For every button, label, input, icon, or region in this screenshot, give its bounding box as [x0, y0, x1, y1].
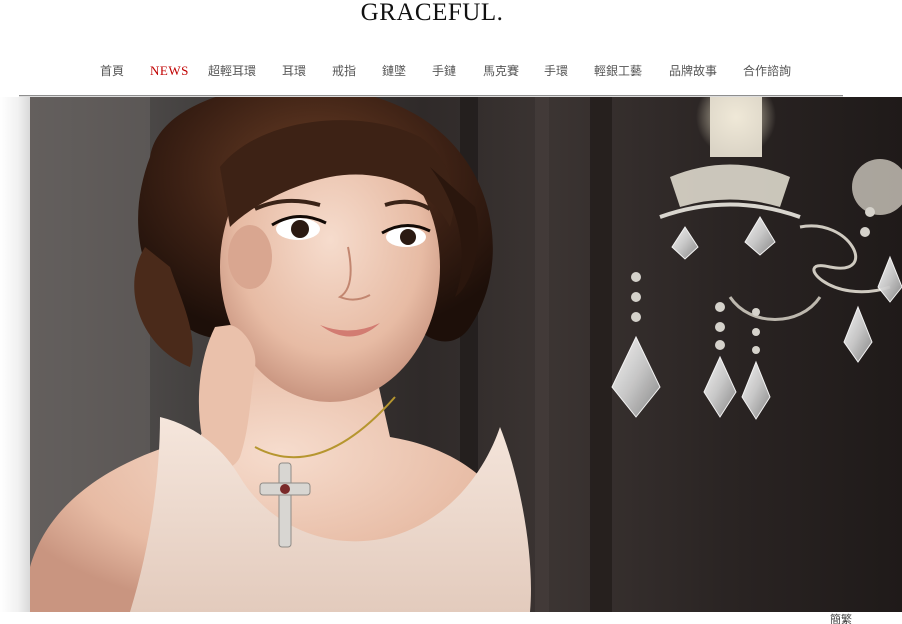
site-logo[interactable]: GRACEFUL. — [0, 0, 864, 26]
hero-banner-image[interactable] — [30, 97, 902, 612]
nav-item-ultralight-earrings[interactable]: 超輕耳環 — [208, 61, 256, 81]
nav-item-light-silver-craft[interactable]: 輕銀工藝 — [594, 61, 642, 81]
nav-item-marcasite[interactable]: 馬克賽 — [483, 61, 519, 81]
nav-item-brand-story[interactable]: 品牌故事 — [669, 61, 717, 81]
nav-item-bangles[interactable]: 手環 — [544, 61, 568, 81]
hero-illustration — [30, 97, 902, 612]
nav-item-news[interactable]: NEWS — [150, 61, 189, 81]
main-navigation: 首頁 NEWS 超輕耳環 耳環 戒指 鏈墜 手鏈 馬克賽 手環 輕銀工藝 品牌故… — [0, 61, 902, 81]
nav-item-home[interactable]: 首頁 — [100, 61, 124, 81]
nav-item-earrings[interactable]: 耳環 — [282, 61, 306, 81]
nav-item-cooperation[interactable]: 合作諮詢 — [743, 61, 791, 81]
hero-frame-edge — [0, 97, 30, 612]
nav-item-bracelets[interactable]: 手鏈 — [432, 61, 456, 81]
nav-item-pendants[interactable]: 鏈墜 — [382, 61, 406, 81]
language-toggle-link[interactable]: 簡繁 — [830, 611, 852, 624]
nav-item-rings[interactable]: 戒指 — [332, 61, 356, 81]
